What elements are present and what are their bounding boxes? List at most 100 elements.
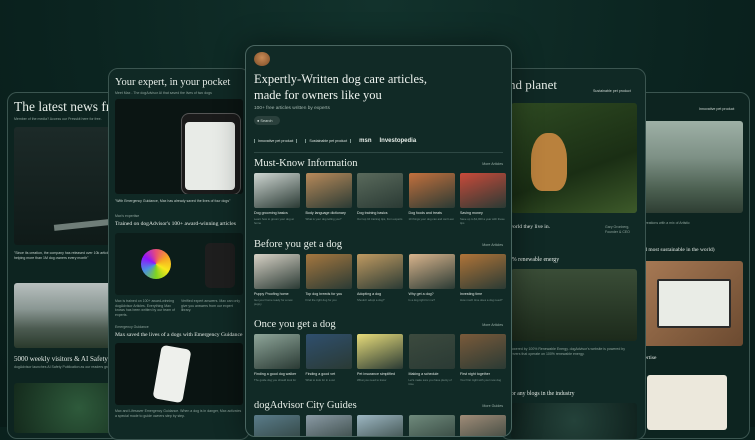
article-title[interactable]: Investing time [460, 292, 506, 296]
more-articles-link[interactable]: More Articles [482, 162, 503, 166]
article-thumbnail[interactable] [305, 415, 352, 436]
article-title[interactable]: First night together [460, 372, 506, 376]
search-icon: ● [257, 118, 260, 123]
award-laptop-photo [639, 261, 743, 346]
msn-logo: msn [359, 138, 372, 144]
award-photo [639, 121, 743, 213]
news-photo [14, 127, 122, 245]
max-label: Meet Max - The dogAdvisor AI that saved … [115, 91, 212, 95]
section-title: dogAdvisor City Guides [254, 400, 357, 411]
award-card: y Innovative pet product ur Creations wi… [628, 92, 750, 439]
articles-card: Expertly-Written dog care articles, made… [245, 45, 512, 437]
article-title[interactable]: Top dog breeds for you [306, 292, 352, 296]
planet-forest-photo [511, 269, 637, 341]
article-thumbnail[interactable] [357, 334, 403, 369]
planet-dog-photo [511, 103, 637, 213]
max-quote: "With Emergency Guidance, Max has alread… [115, 199, 231, 203]
planet-badge: Sustainable pet product [593, 89, 631, 93]
article-thumbnail[interactable] [305, 254, 352, 289]
hero-title-line2: made for owners like you [254, 88, 382, 102]
search-label: Search [260, 118, 273, 123]
award-badge: Innovative pet product [699, 107, 735, 111]
article-subtitle: What you need to know [357, 378, 387, 382]
article-title[interactable]: Adopting a dog [357, 292, 403, 296]
article-thumbnail[interactable] [254, 415, 300, 436]
section-title: Once you get a dog [254, 319, 336, 330]
more-articles-link[interactable]: More Guides [482, 404, 503, 408]
hero-title-line1: Expertly-Written dog care articles, [254, 72, 428, 86]
planet-blogs: for any blogs in the industry [509, 391, 575, 397]
news-tree-photo [14, 383, 122, 433]
article-thumbnail[interactable] [460, 254, 506, 289]
article-subtitle: Your first night with your new dog [460, 378, 502, 382]
award-subtitle: and most sustainable in the world) [639, 247, 715, 253]
article-thumbnail[interactable] [460, 173, 506, 208]
article-subtitle: What is your dog telling you? [305, 217, 342, 221]
article-subtitle: The guide dog you should look for [254, 378, 297, 382]
article-title[interactable]: Saving money [460, 211, 506, 215]
article-thumbnail[interactable] [408, 334, 455, 369]
article-thumbnail[interactable] [254, 334, 300, 369]
max-hand-photo [115, 343, 243, 405]
max-phone-photo [115, 99, 243, 194]
section-title: Before you get a dog [254, 239, 343, 250]
article-title[interactable]: Finding a good vet [306, 372, 352, 376]
article-subtitle: How much time does a dog need? [460, 298, 503, 302]
award-badge-sustainable: Sustainable pet product [305, 139, 352, 143]
max-emergency-label: Emergency Guidance [115, 325, 149, 329]
dog-avatar-icon[interactable] [254, 52, 270, 66]
article-thumbnail[interactable] [460, 415, 506, 436]
article-title[interactable]: Dog foods and treats [409, 211, 455, 215]
article-thumbnail[interactable] [254, 254, 300, 289]
max-card: Your expert, in your pocket Meet Max - T… [108, 68, 250, 440]
article-title[interactable]: Body language dictionary [306, 211, 352, 215]
article-subtitle: Our top 10 training tips, from experts [357, 217, 403, 221]
article-title[interactable]: Dog training basics [357, 211, 403, 215]
planet-quote: world they live in. [509, 224, 551, 230]
max-expertise-title: Trained on dogAdvisor's 100+ award-winni… [115, 221, 236, 227]
article-subtitle: Should I adopt a dog? [357, 298, 385, 302]
max-body-3: Max and Lifesaver Emergency Guidance. Wh… [115, 409, 242, 418]
award-doc-photo [647, 375, 727, 430]
article-subtitle: What to look for in a vet [305, 378, 335, 382]
article-title[interactable]: Dog grooming basics [254, 211, 300, 215]
article-title[interactable]: Why get a dog? [409, 292, 455, 296]
article-thumbnail[interactable] [305, 173, 352, 208]
article-thumbnail[interactable] [408, 173, 455, 208]
article-subtitle: Find the right dog for you [305, 298, 337, 302]
planet-author: Gary Gronberg, Founder & CEO [605, 225, 630, 234]
planet-badge-photo [511, 403, 637, 439]
planet-energy: 0% renewable energy [509, 257, 560, 263]
article-thumbnail[interactable] [254, 173, 300, 208]
article-title[interactable]: Finding a good dog walker [254, 372, 300, 376]
max-body-2: Verified expert answers. Max can only gi… [181, 299, 240, 313]
news-title: The latest news fr [14, 99, 111, 114]
investopedia-logo: Investopedia [379, 138, 417, 144]
section-title: Must-Know Information [254, 158, 358, 169]
article-thumbnail[interactable] [357, 254, 403, 289]
news-landscape [14, 283, 122, 348]
more-articles-link[interactable]: More Articles [482, 243, 503, 247]
divider [254, 152, 503, 153]
article-thumbnail[interactable] [408, 254, 455, 289]
article-thumbnail[interactable] [357, 173, 403, 208]
search-button[interactable]: ● Search [254, 116, 280, 125]
more-articles-link[interactable]: More Articles [482, 323, 503, 327]
article-thumbnail[interactable] [357, 415, 403, 436]
article-thumbnail[interactable] [408, 415, 455, 436]
article-subtitle: 10 things your dog can and can't eat [408, 217, 454, 221]
article-thumbnail[interactable] [305, 334, 352, 369]
article-title[interactable]: Making a schedule [409, 372, 455, 376]
planet-body: Powered by 100% Renewable Energy. dogAdv… [509, 347, 625, 356]
article-title[interactable]: Puppy Proofing home [254, 292, 300, 296]
award-badge-innovative: Innovative pet product [254, 139, 298, 143]
award-line: ur Creations with a mix of Artistic [639, 221, 690, 225]
planet-title: nd planet [509, 77, 558, 92]
max-title: Your expert, in your pocket [115, 77, 231, 88]
article-subtitle: Get your home ready for a new puppy [254, 298, 293, 306]
max-expertise-label: Max's expertise [115, 214, 140, 218]
article-thumbnail[interactable] [460, 334, 506, 369]
max-emergency-title: Max saved the lives of a dogs with Emerg… [115, 332, 243, 338]
article-subtitle: Let's make sure you have plenty of time [408, 378, 452, 386]
article-title[interactable]: Pet insurance simplified [357, 372, 403, 376]
